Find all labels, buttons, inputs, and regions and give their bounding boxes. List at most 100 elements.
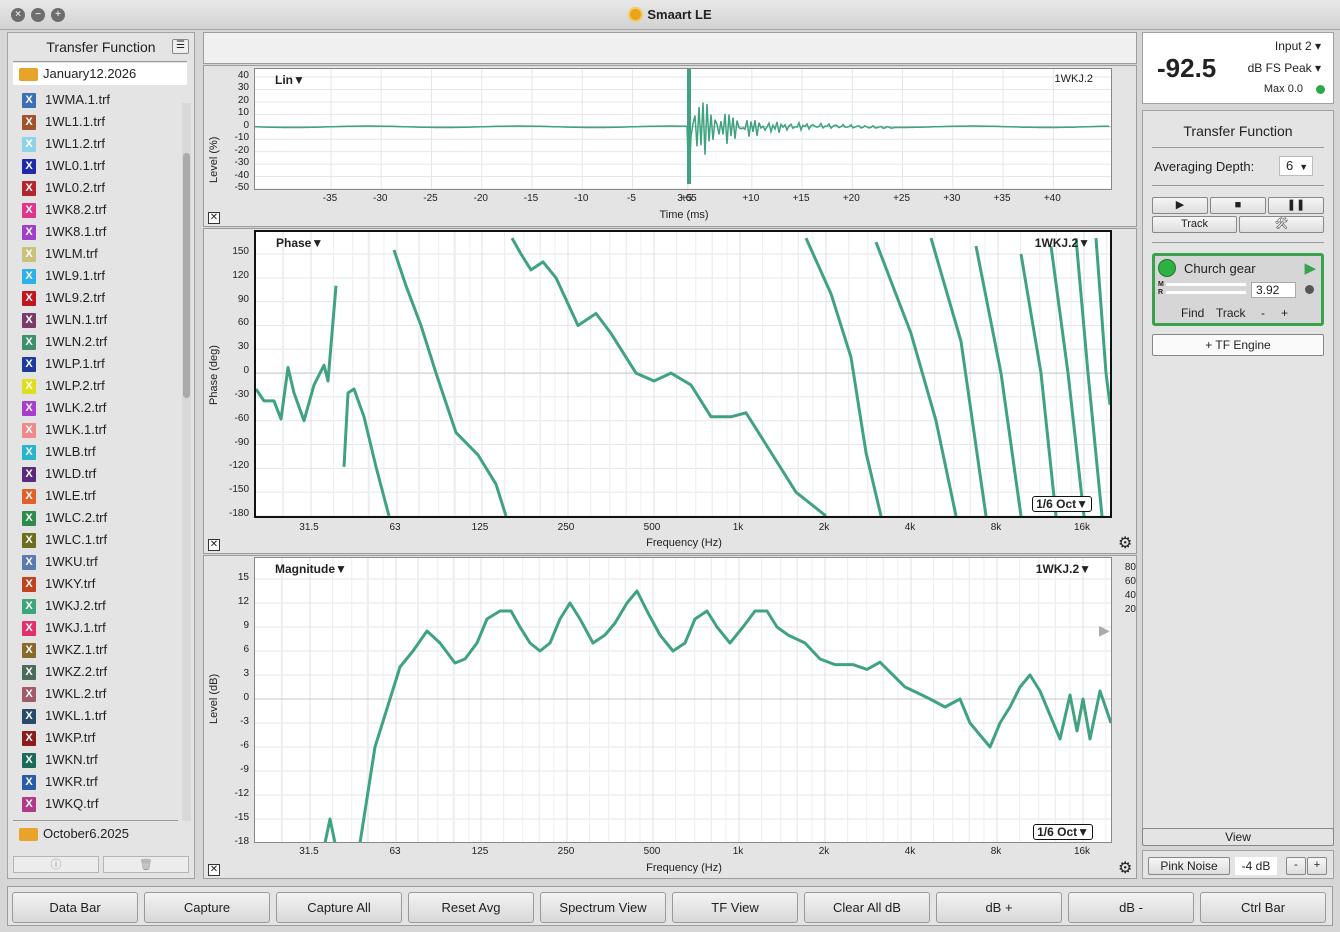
document-icon: X (22, 555, 36, 570)
file-item[interactable]: X 1WKQ.trf (13, 793, 181, 815)
magnitude-plot[interactable]: Magnitude▼ 1WKJ.2▼ 1/6 Oct▼ (254, 557, 1112, 843)
file-name: 1WKU.trf (45, 554, 98, 569)
phase-plot[interactable]: Phase▼ 1WKJ.2▼ 1/6 Oct▼ (254, 230, 1112, 518)
file-item[interactable]: X 1WL9.2.trf (13, 287, 181, 309)
input-select[interactable]: Input 2 ▾ (1275, 39, 1321, 53)
info-icon[interactable]: ⓘ (13, 856, 99, 873)
cmd-button-reset-avg[interactable]: Reset Avg (408, 892, 534, 923)
add-tf-engine-button[interactable]: + TF Engine (1152, 334, 1324, 356)
gen-level-minus-button[interactable]: - (1286, 857, 1306, 875)
file-item[interactable]: X 1WLN.1.trf (13, 309, 181, 331)
delay-minus-button[interactable]: - (1261, 306, 1265, 320)
file-item[interactable]: X 1WLK.1.trf (13, 419, 181, 441)
file-item[interactable]: X 1WLD.trf (13, 463, 181, 485)
impulse-title[interactable]: Lin▼ (275, 73, 305, 87)
file-item[interactable]: X 1WL1.2.trf (13, 133, 181, 155)
magnitude-title[interactable]: Magnitude▼ (275, 562, 347, 576)
delay-input[interactable]: 3.92 (1251, 282, 1296, 298)
file-item[interactable]: X 1WKZ.1.trf (13, 639, 181, 661)
cmd-button-clear-all-db[interactable]: Clear All dB (804, 892, 930, 923)
pause-button[interactable]: ❚❚ (1268, 197, 1324, 214)
magnitude-gear-icon[interactable]: ⚙ (1118, 861, 1132, 877)
folder-october[interactable]: October6.2025 (13, 823, 187, 845)
find-button[interactable]: Find (1181, 306, 1204, 320)
phase-trace-label[interactable]: 1WKJ.2▼ (1035, 236, 1090, 250)
magnitude-smoothing-select[interactable]: 1/6 Oct▼ (1033, 824, 1093, 840)
file-item[interactable]: X 1WLC.2.trf (13, 507, 181, 529)
track-button[interactable]: Track (1152, 216, 1237, 233)
magnitude-close-button[interactable]: ✕ (208, 864, 220, 876)
tools-button[interactable]: 🛠 (1239, 216, 1324, 233)
tf-engine-card[interactable]: Church gear ▶ MR 3.92 Find Track - + (1152, 253, 1324, 326)
view-button[interactable]: View (1142, 828, 1334, 846)
scrollbar-thumb[interactable] (183, 153, 190, 398)
file-item[interactable]: X 1WLC.1.trf (13, 529, 181, 551)
coherence-marker-icon[interactable]: ▶ (1099, 622, 1110, 639)
impulse-trace-label: 1WKJ.2 (1054, 73, 1093, 85)
impulse-plot[interactable]: Lin▼ 1WKJ.2 (254, 68, 1112, 190)
engine-on-button[interactable] (1158, 259, 1176, 277)
cmd-button-ctrl-bar[interactable]: Ctrl Bar (1200, 892, 1326, 923)
file-item[interactable]: X 1WLP.1.trf (13, 353, 181, 375)
y-tick: 10 (237, 107, 249, 119)
file-item[interactable]: X 1WMA.1.trf (13, 89, 181, 111)
file-item[interactable]: X 1WK8.2.trf (13, 199, 181, 221)
play-button[interactable]: ▶ (1152, 197, 1208, 214)
file-item[interactable]: X 1WLE.trf (13, 485, 181, 507)
record-dot-icon[interactable] (1305, 285, 1314, 294)
generator-level[interactable]: -4 dB (1235, 857, 1277, 875)
document-icon: X (22, 357, 36, 372)
impulse-close-button[interactable]: ✕ (208, 212, 220, 224)
file-item[interactable]: X 1WK8.1.trf (13, 221, 181, 243)
cmd-button-capture-all[interactable]: Capture All (276, 892, 402, 923)
phase-smoothing-select[interactable]: 1/6 Oct▼ (1032, 496, 1092, 512)
averaging-select[interactable]: 6 ▼ (1279, 156, 1313, 176)
engine-name[interactable]: Church gear (1184, 261, 1256, 276)
file-item[interactable]: X 1WLN.2.trf (13, 331, 181, 353)
delay-plus-button[interactable]: + (1281, 306, 1288, 320)
folder-january[interactable]: January12.2026 (13, 63, 187, 85)
meas-level-bar (1166, 283, 1246, 286)
sidebar-scrollbar[interactable] (182, 103, 191, 821)
file-item[interactable]: X 1WL1.1.trf (13, 111, 181, 133)
sidebar-menu-button[interactable]: ☰ (172, 39, 189, 54)
file-item[interactable]: X 1WKJ.1.trf (13, 617, 181, 639)
file-item[interactable]: X 1WKJ.2.trf (13, 595, 181, 617)
cmd-button-spectrum-view[interactable]: Spectrum View (540, 892, 666, 923)
meter-mode-select[interactable]: dB FS Peak ▾ (1248, 61, 1321, 75)
file-item[interactable]: X 1WKZ.2.trf (13, 661, 181, 683)
phase-close-button[interactable]: ✕ (208, 539, 220, 551)
file-item[interactable]: X 1WLP.2.trf (13, 375, 181, 397)
file-item[interactable]: X 1WKL.2.trf (13, 683, 181, 705)
trash-icon[interactable]: 🗑 (103, 856, 189, 873)
file-item[interactable]: X 1WKU.trf (13, 551, 181, 573)
gen-level-plus-button[interactable]: + (1307, 857, 1327, 875)
x-tick: +35 (993, 193, 1011, 204)
cmd-button-capture[interactable]: Capture (144, 892, 270, 923)
cmd-button-dbplus[interactable]: dB + (936, 892, 1062, 923)
phase-gear-icon[interactable]: ⚙ (1118, 536, 1132, 552)
cmd-button-tf-view[interactable]: TF View (672, 892, 798, 923)
tf-panel-title: Transfer Function (1183, 123, 1293, 139)
file-item[interactable]: X 1WKY.trf (13, 573, 181, 595)
file-item[interactable]: X 1WLM.trf (13, 243, 181, 265)
file-item[interactable]: X 1WKP.trf (13, 727, 181, 749)
file-item[interactable]: X 1WKR.trf (13, 771, 181, 793)
document-icon: X (22, 137, 36, 152)
engine-track-button[interactable]: Track (1216, 306, 1246, 320)
file-item[interactable]: X 1WLK.2.trf (13, 397, 181, 419)
phase-title[interactable]: Phase▼ (276, 236, 323, 250)
stop-button[interactable]: ■ (1210, 197, 1266, 214)
file-item[interactable]: X 1WKN.trf (13, 749, 181, 771)
engine-run-icon[interactable]: ▶ (1304, 259, 1316, 277)
file-item[interactable]: X 1WLB.trf (13, 441, 181, 463)
file-name: 1WKN.trf (45, 752, 98, 767)
file-item[interactable]: X 1WL9.1.trf (13, 265, 181, 287)
file-item[interactable]: X 1WKL.1.trf (13, 705, 181, 727)
generator-button[interactable]: Pink Noise (1148, 857, 1230, 875)
file-item[interactable]: X 1WL0.2.trf (13, 177, 181, 199)
file-item[interactable]: X 1WL0.1.trf (13, 155, 181, 177)
magnitude-trace-label[interactable]: 1WKJ.2▼ (1036, 562, 1091, 576)
cmd-button-dbplus[interactable]: dB - (1068, 892, 1194, 923)
cmd-button-data-bar[interactable]: Data Bar (12, 892, 138, 923)
